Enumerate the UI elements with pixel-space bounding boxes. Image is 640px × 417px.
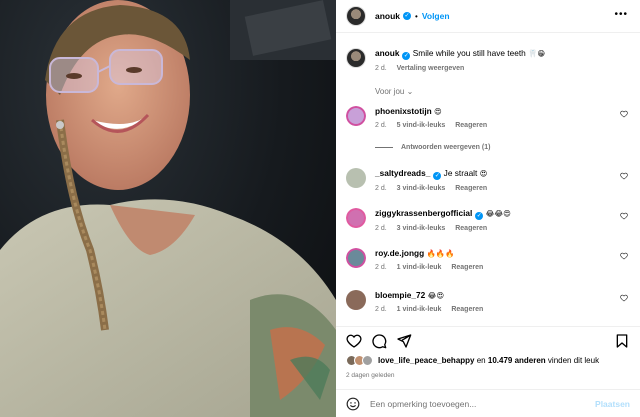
add-comment-bar: Plaatsen xyxy=(336,389,640,417)
comment-emojis: 😍 xyxy=(434,107,442,116)
caption-emojis: 🦷😁 xyxy=(528,49,546,58)
likes-connector: en xyxy=(476,356,486,365)
comment-item: ziggykrassenbergofficial ✓ 😂😂😍 2 d. 3 vin… xyxy=(346,208,632,232)
emoji-icon[interactable] xyxy=(346,397,360,411)
separator-dot: • xyxy=(415,11,418,21)
action-bar xyxy=(336,326,640,354)
comment-username[interactable]: roy.de.jongg xyxy=(375,248,424,258)
comment-username[interactable]: phoenixstotijn xyxy=(375,106,432,116)
comment-likes[interactable]: 3 vind-ik-leuks xyxy=(397,225,446,232)
post-sidebar: anouk ✓ • Volgen ••• anouk ✓ Smile while … xyxy=(336,0,640,417)
reply-button[interactable]: Reageren xyxy=(455,185,487,192)
caption-text: Smile while you still have teeth xyxy=(412,48,526,58)
translate-link[interactable]: Vertaling weergeven xyxy=(397,65,465,72)
follow-button[interactable]: Volgen xyxy=(422,11,450,21)
comment-item: phoenixstotijn 😍 2 d. 5 vind-ik-leuks Re… xyxy=(346,106,632,129)
post-header: anouk ✓ • Volgen ••• xyxy=(336,0,640,33)
heart-icon[interactable] xyxy=(620,252,628,260)
comment-avatar[interactable] xyxy=(346,290,366,310)
heart-icon[interactable] xyxy=(620,212,628,220)
reply-button[interactable]: Reageren xyxy=(451,264,483,271)
verified-icon: ✓ xyxy=(402,52,411,60)
comments-list[interactable]: anouk ✓ Smile while you still have teeth … xyxy=(336,34,640,322)
comment-emojis: 😍 xyxy=(479,169,488,178)
comment-time: 2 d. xyxy=(375,185,387,192)
post-comment-button[interactable]: Plaatsen xyxy=(595,399,630,409)
comment-username[interactable]: ziggykrassenbergofficial xyxy=(375,208,472,218)
comment-emojis: 🔥🔥🔥 xyxy=(426,249,455,258)
likes-summary[interactable]: love_life_peace_behappy en 10.479 andere… xyxy=(346,355,632,366)
comment-time: 2 d. xyxy=(375,122,387,129)
comment-likes[interactable]: 3 vind-ik-leuks xyxy=(397,185,446,192)
author-avatar[interactable] xyxy=(346,48,366,68)
comment-avatar[interactable] xyxy=(346,248,366,268)
heart-icon[interactable] xyxy=(620,294,628,302)
liker-avatars xyxy=(346,355,373,366)
verified-icon: ✓ xyxy=(403,12,412,20)
comment-avatar[interactable] xyxy=(346,106,366,126)
comment-likes[interactable]: 5 vind-ik-leuks xyxy=(397,122,446,129)
comment-username[interactable]: _saltydreads_ xyxy=(375,168,430,178)
comment-item: roy.de.jongg 🔥🔥🔥 2 d. 1 vind-ik-leuk Rea… xyxy=(346,248,632,271)
comment-username[interactable]: bloempie_72 xyxy=(375,290,425,300)
likes-count[interactable]: 10.479 anderen xyxy=(488,356,546,365)
post-timestamp: 2 dagen geleden xyxy=(346,372,395,379)
caption-username[interactable]: anouk xyxy=(375,48,399,58)
liker-avatar xyxy=(362,355,373,366)
replies-line xyxy=(375,147,393,148)
comment-item: _saltydreads_ ✓ Je straalt 😍 2 d. 3 vind-… xyxy=(346,168,632,192)
view-replies-label: Antwoorden weergeven (1) xyxy=(401,144,491,151)
comment-avatar[interactable] xyxy=(346,168,366,188)
comment-avatar[interactable] xyxy=(346,208,366,228)
comment-emojis: 😂😍 xyxy=(427,291,445,300)
comment-icon[interactable] xyxy=(371,333,387,349)
comment-time: 2 d. xyxy=(375,225,387,232)
more-horizontal-icon[interactable]: ••• xyxy=(614,9,628,20)
caption-time: 2 d. xyxy=(375,65,387,72)
liker-username[interactable]: love_life_peace_behappy xyxy=(378,356,475,365)
share-icon[interactable] xyxy=(396,333,412,349)
comments-filter-dropdown[interactable]: Voor jou ⌄ xyxy=(375,87,413,96)
comment-time: 2 d. xyxy=(375,264,387,271)
comment-emojis: 😂😂😍 xyxy=(485,209,511,218)
verified-icon: ✓ xyxy=(475,212,484,220)
comment-item: bloempie_72 😂😍 2 d. 1 vind-ik-leuk Reage… xyxy=(346,290,632,313)
caption: anouk ✓ Smile while you still have teeth … xyxy=(346,48,632,72)
view-replies-button[interactable]: Antwoorden weergeven (1) xyxy=(375,144,490,151)
post-photo[interactable] xyxy=(0,0,336,417)
reply-button[interactable]: Reageren xyxy=(455,225,487,232)
likes-suffix: vinden dit leuk xyxy=(547,356,600,365)
comment-time: 2 d. xyxy=(375,306,387,313)
selfie-image xyxy=(0,0,336,417)
author-avatar[interactable] xyxy=(346,6,366,26)
comment-input[interactable] xyxy=(370,398,596,409)
author-username[interactable]: anouk xyxy=(375,11,400,21)
bookmark-icon[interactable] xyxy=(614,333,630,349)
heart-icon[interactable] xyxy=(620,172,628,180)
comment-text: Je straalt xyxy=(443,168,478,178)
verified-icon: ✓ xyxy=(433,172,442,180)
comment-likes[interactable]: 1 vind-ik-leuk xyxy=(397,264,442,271)
reply-button[interactable]: Reageren xyxy=(455,122,487,129)
like-icon[interactable] xyxy=(346,333,362,349)
comment-likes[interactable]: 1 vind-ik-leuk xyxy=(397,306,442,313)
heart-icon[interactable] xyxy=(620,110,628,118)
reply-button[interactable]: Reageren xyxy=(451,306,483,313)
